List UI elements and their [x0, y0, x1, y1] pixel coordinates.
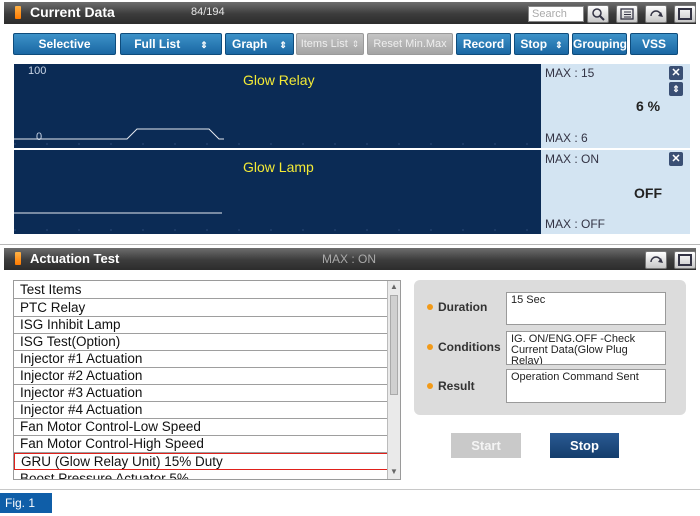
list-item[interactable]: Fan Motor Control-Low Speed [14, 419, 388, 436]
item-count: 84/194 [191, 6, 225, 18]
stop-toolbar-button[interactable]: Stop ⇕ [514, 33, 569, 55]
scroll-up-icon[interactable]: ▲ [390, 282, 398, 291]
glow-relay-graph: 100 0 Glow Relay [14, 64, 541, 148]
current-value: 6 % [636, 98, 661, 114]
scroll-down-icon[interactable]: ▼ [390, 467, 398, 476]
updown-icon: ⇕ [351, 39, 360, 49]
actuation-status: MAX : ON [322, 252, 377, 266]
orange-dot-icon [427, 304, 433, 310]
list-item[interactable]: Fan Motor Control-High Speed [14, 436, 388, 453]
scroll-thumb[interactable] [390, 295, 398, 395]
items-list-button[interactable]: Items List ⇕ [296, 33, 364, 55]
glow-lamp-trace [14, 212, 541, 231]
list-header: Test Items [14, 282, 388, 299]
grouping-button[interactable]: Grouping [572, 33, 627, 55]
list-item[interactable]: ISG Test(Option) [14, 334, 388, 351]
list-item[interactable]: ISG Inhibit Lamp [14, 317, 388, 334]
glow-lamp-graph: Glow Lamp [14, 150, 541, 234]
current-value: OFF [634, 185, 662, 201]
current-data-title: Current Data [30, 4, 115, 20]
record-button[interactable]: Record [456, 33, 511, 55]
figure-label: Fig. 1 [0, 493, 52, 513]
updown-icon: ⇕ [200, 40, 208, 50]
retry-icon[interactable] [645, 251, 667, 269]
list-item[interactable]: Injector #2 Actuation [14, 368, 388, 385]
close-icon[interactable]: ✕ [669, 66, 683, 80]
reset-min-max-label: Reset Min.Max [373, 38, 447, 50]
duration-field: 15 Sec [506, 292, 666, 325]
actuation-test-title: Actuation Test [30, 251, 120, 266]
bottom-divider [0, 489, 700, 490]
result-field: Operation Command Sent [506, 369, 666, 403]
orange-dot-icon [427, 383, 433, 389]
duration-label: Duration [438, 300, 488, 314]
current-data-titlebar: Current Data 84/194 Search [4, 2, 696, 24]
grouping-label: Grouping [573, 37, 627, 51]
test-items-list[interactable]: Test Items PTC Relay ISG Inhibit Lamp IS… [13, 280, 401, 480]
orange-dot-icon [427, 344, 433, 350]
list-item[interactable]: Injector #3 Actuation [14, 385, 388, 402]
min-label: MAX : OFF [545, 217, 605, 231]
glow-relay-trace [14, 128, 541, 145]
graph-button[interactable]: Graph ⇕ [225, 33, 294, 55]
list-item[interactable]: Injector #4 Actuation [14, 402, 388, 419]
stop-toolbar-label: Stop [520, 37, 548, 51]
orange-bullet-icon [15, 6, 21, 19]
items-list-label: Items List [300, 38, 348, 50]
updown-icon: ⇕ [279, 40, 287, 50]
search-icon[interactable] [587, 5, 609, 23]
retry-icon[interactable] [645, 5, 667, 23]
selected-list-item[interactable]: GRU (Glow Relay Unit) 15% Duty [14, 453, 388, 470]
vss-label: VSS [641, 37, 666, 51]
conditions-field: IG. ON/ENG.OFF -Check Current Data(Glow … [506, 331, 666, 365]
updown-icon: ⇕ [555, 40, 563, 50]
full-list-label: Full List [134, 37, 181, 51]
full-list-button[interactable]: Full List ⇕ [120, 33, 222, 55]
current-data-panel: Current Data 84/194 Search Selective Dis… [0, 0, 700, 244]
list-view-icon[interactable] [616, 5, 638, 23]
stop-button[interactable]: Stop [550, 433, 619, 458]
move-updown-icon[interactable]: ⇕ [669, 82, 683, 96]
search-input[interactable]: Search [528, 6, 584, 22]
orange-bullet-icon [15, 252, 21, 265]
record-label: Record [462, 37, 505, 51]
graph-label: Graph [232, 37, 268, 51]
close-icon[interactable]: ✕ [669, 152, 683, 166]
list-item[interactable]: PTC Relay [14, 300, 388, 317]
max-label: MAX : 15 [545, 66, 595, 80]
maximize-icon[interactable] [674, 5, 696, 23]
start-button[interactable]: Start [451, 433, 521, 458]
list-scrollbar[interactable]: ▲ ▼ [387, 281, 400, 479]
result-label: Result [438, 379, 475, 393]
conditions-label: Conditions [438, 340, 501, 354]
vss-button[interactable]: VSS [630, 33, 678, 55]
reset-min-max-button[interactable]: Reset Min.Max [367, 33, 453, 55]
list-item[interactable]: Injector #1 Actuation [14, 351, 388, 368]
glow-relay-info: MAX : 15 6 % MAX : 6 ✕ ⇕ [541, 64, 690, 148]
selective-display-button[interactable]: Selective Display⇕ [13, 33, 116, 71]
panel-divider [0, 244, 700, 245]
max-label: MAX : ON [545, 152, 600, 166]
glow-lamp-info: MAX : ON OFF MAX : OFF ✕ [541, 150, 690, 234]
min-label: MAX : 6 [545, 131, 588, 145]
test-detail-box: Duration 15 Sec Conditions IG. ON/ENG.OF… [414, 280, 686, 415]
maximize-icon[interactable] [674, 251, 696, 269]
list-item[interactable]: Boost Pressure Actuator 5% [14, 471, 388, 479]
actuation-test-titlebar: Actuation Test MAX : ON [4, 248, 696, 270]
